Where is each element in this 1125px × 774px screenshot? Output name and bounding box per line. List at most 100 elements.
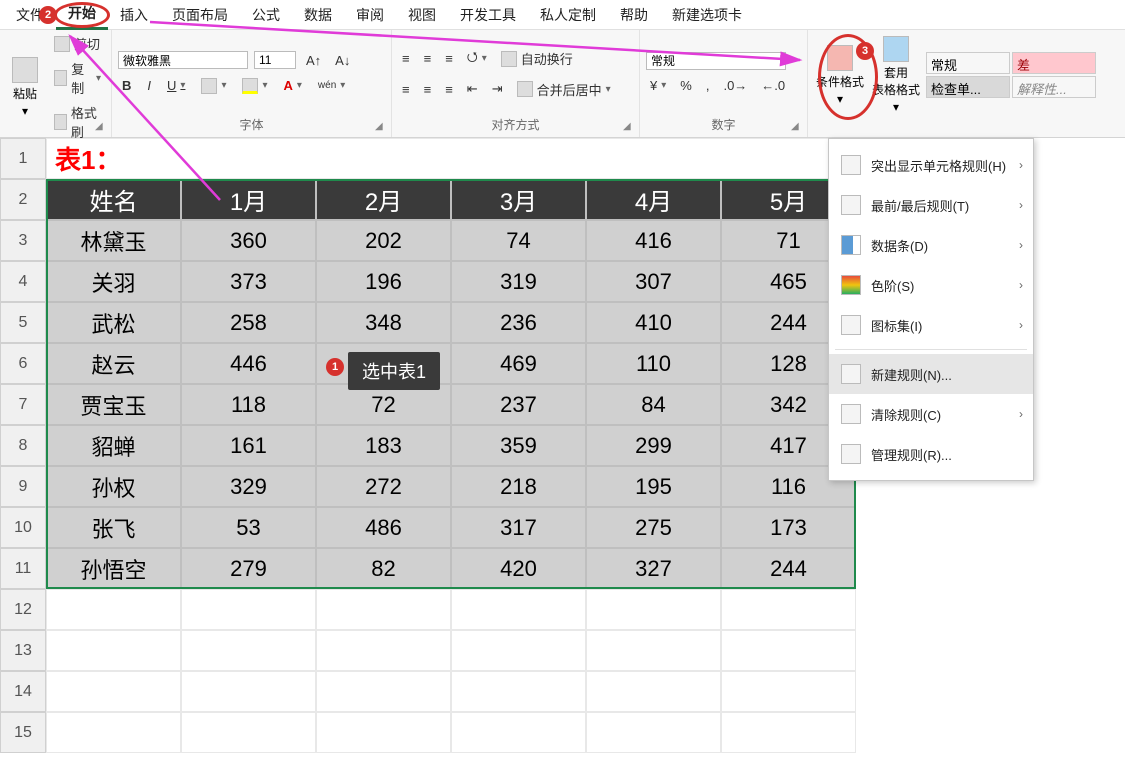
cell-value[interactable]: 161	[181, 425, 316, 466]
cell-value[interactable]: 307	[586, 261, 721, 302]
row-header[interactable]: 14	[0, 671, 46, 712]
row-header[interactable]: 13	[0, 630, 46, 671]
cell-empty[interactable]	[316, 671, 451, 712]
row-header[interactable]: 6	[0, 343, 46, 384]
dialog-launcher-icon[interactable]: ◢	[375, 121, 387, 133]
cell-empty[interactable]	[46, 671, 181, 712]
bold-button[interactable]: B	[118, 76, 135, 95]
cell-empty[interactable]	[451, 671, 586, 712]
cell-name[interactable]: 孙权	[46, 466, 181, 507]
menu-公式[interactable]: 公式	[240, 1, 292, 29]
cell-style-normal[interactable]: 常规	[926, 52, 1010, 74]
column-header[interactable]: 2月	[316, 179, 451, 220]
cell-value[interactable]: 74	[451, 220, 586, 261]
cell-empty[interactable]	[721, 671, 856, 712]
cell-value[interactable]: 359	[451, 425, 586, 466]
cell-empty[interactable]	[451, 712, 586, 753]
align-right-button[interactable]: ≡	[441, 80, 457, 99]
copy-button[interactable]: 复制 ▾	[50, 57, 105, 99]
cell-name[interactable]: 林黛玉	[46, 220, 181, 261]
decrease-font-button[interactable]: A↓	[331, 51, 354, 70]
menu-data-bars[interactable]: 数据条(D) ›	[829, 225, 1033, 265]
dialog-launcher-icon[interactable]: ◢	[791, 121, 803, 133]
cell-value[interactable]: 410	[586, 302, 721, 343]
cell-value[interactable]: 84	[586, 384, 721, 425]
align-middle-button[interactable]: ≡	[420, 49, 436, 68]
row-header[interactable]: 4	[0, 261, 46, 302]
menu-帮助[interactable]: 帮助	[608, 1, 660, 29]
cut-button[interactable]: 剪切	[50, 32, 105, 55]
currency-button[interactable]: ¥▾	[646, 76, 670, 95]
cell-value[interactable]: 469	[451, 343, 586, 384]
cell-name[interactable]: 贾宝玉	[46, 384, 181, 425]
row-header[interactable]: 7	[0, 384, 46, 425]
cell-value[interactable]: 299	[586, 425, 721, 466]
menu-视图[interactable]: 视图	[396, 1, 448, 29]
cell-style-bad[interactable]: 差	[1012, 52, 1096, 74]
row-header[interactable]: 15	[0, 712, 46, 753]
percent-button[interactable]: %	[676, 76, 696, 95]
cell-value[interactable]: 237	[451, 384, 586, 425]
menu-top-bottom-rules[interactable]: 最前/最后规则(T) ›	[829, 185, 1033, 225]
menu-color-scales[interactable]: 色阶(S) ›	[829, 265, 1033, 305]
cell-value[interactable]: 258	[181, 302, 316, 343]
comma-button[interactable]: ,	[702, 76, 714, 95]
menu-clear-rules[interactable]: 清除规则(C) ›	[829, 394, 1033, 434]
column-header[interactable]: 1月	[181, 179, 316, 220]
increase-indent-button[interactable]: ⇥	[488, 79, 507, 99]
cell-empty[interactable]	[181, 712, 316, 753]
cell-name[interactable]: 武松	[46, 302, 181, 343]
orientation-button[interactable]: ⭯▾	[463, 46, 491, 72]
cell-style-explain[interactable]: 解释性...	[1012, 76, 1096, 98]
row-header[interactable]: 9	[0, 466, 46, 507]
menu-私人定制[interactable]: 私人定制	[528, 1, 608, 29]
cell-empty[interactable]	[316, 712, 451, 753]
cell-empty[interactable]	[181, 671, 316, 712]
cell-value[interactable]: 202	[316, 220, 451, 261]
menu-页面布局[interactable]: 页面布局	[160, 1, 240, 29]
cell-name[interactable]: 貂蝉	[46, 425, 181, 466]
cell-value[interactable]: 373	[181, 261, 316, 302]
cell-empty[interactable]	[181, 589, 316, 630]
cell-empty[interactable]	[721, 589, 856, 630]
decrease-decimal-button[interactable]: ←.0	[757, 76, 789, 95]
cell-name[interactable]: 赵云	[46, 343, 181, 384]
cell-empty[interactable]	[46, 630, 181, 671]
cell-empty[interactable]	[46, 589, 181, 630]
cell-empty[interactable]	[586, 712, 721, 753]
cell-value[interactable]: 319	[451, 261, 586, 302]
number-format-select[interactable]	[646, 52, 786, 70]
font-color-button[interactable]: A▾	[280, 76, 306, 95]
cell-value[interactable]: 196	[316, 261, 451, 302]
menu-new-rule[interactable]: 新建规则(N)...	[829, 354, 1033, 394]
menu-新建选项卡[interactable]: 新建选项卡	[660, 1, 754, 29]
menu-数据[interactable]: 数据	[292, 1, 344, 29]
align-left-button[interactable]: ≡	[398, 80, 414, 99]
row-header[interactable]: 1	[0, 138, 46, 179]
cell-empty[interactable]	[46, 712, 181, 753]
cell-value[interactable]: 327	[586, 548, 721, 589]
cell-value[interactable]: 218	[451, 466, 586, 507]
cell-value[interactable]: 486	[316, 507, 451, 548]
cell-value[interactable]: 360	[181, 220, 316, 261]
font-name-select[interactable]	[118, 51, 248, 69]
cell-empty[interactable]	[721, 712, 856, 753]
menu-开发工具[interactable]: 开发工具	[448, 1, 528, 29]
cell-value[interactable]: 329	[181, 466, 316, 507]
cell-value[interactable]: 416	[586, 220, 721, 261]
cell-value[interactable]: 317	[451, 507, 586, 548]
paste-button[interactable]: 粘贴 ▾	[6, 53, 44, 122]
cell-value[interactable]: 173	[721, 507, 856, 548]
underline-button[interactable]: U ▾	[163, 76, 189, 95]
cell-value[interactable]: 82	[316, 548, 451, 589]
cell-value[interactable]: 53	[181, 507, 316, 548]
fill-color-button[interactable]: ▾	[238, 76, 271, 96]
cell-name[interactable]: 孙悟空	[46, 548, 181, 589]
cell-value[interactable]: 183	[316, 425, 451, 466]
menu-manage-rules[interactable]: 管理规则(R)...	[829, 434, 1033, 474]
cell-value[interactable]: 279	[181, 548, 316, 589]
cell-value[interactable]: 72	[316, 384, 451, 425]
decrease-indent-button[interactable]: ⇤	[463, 79, 482, 99]
cell-name[interactable]: 张飞	[46, 507, 181, 548]
menu-icon-sets[interactable]: 图标集(I) ›	[829, 305, 1033, 345]
